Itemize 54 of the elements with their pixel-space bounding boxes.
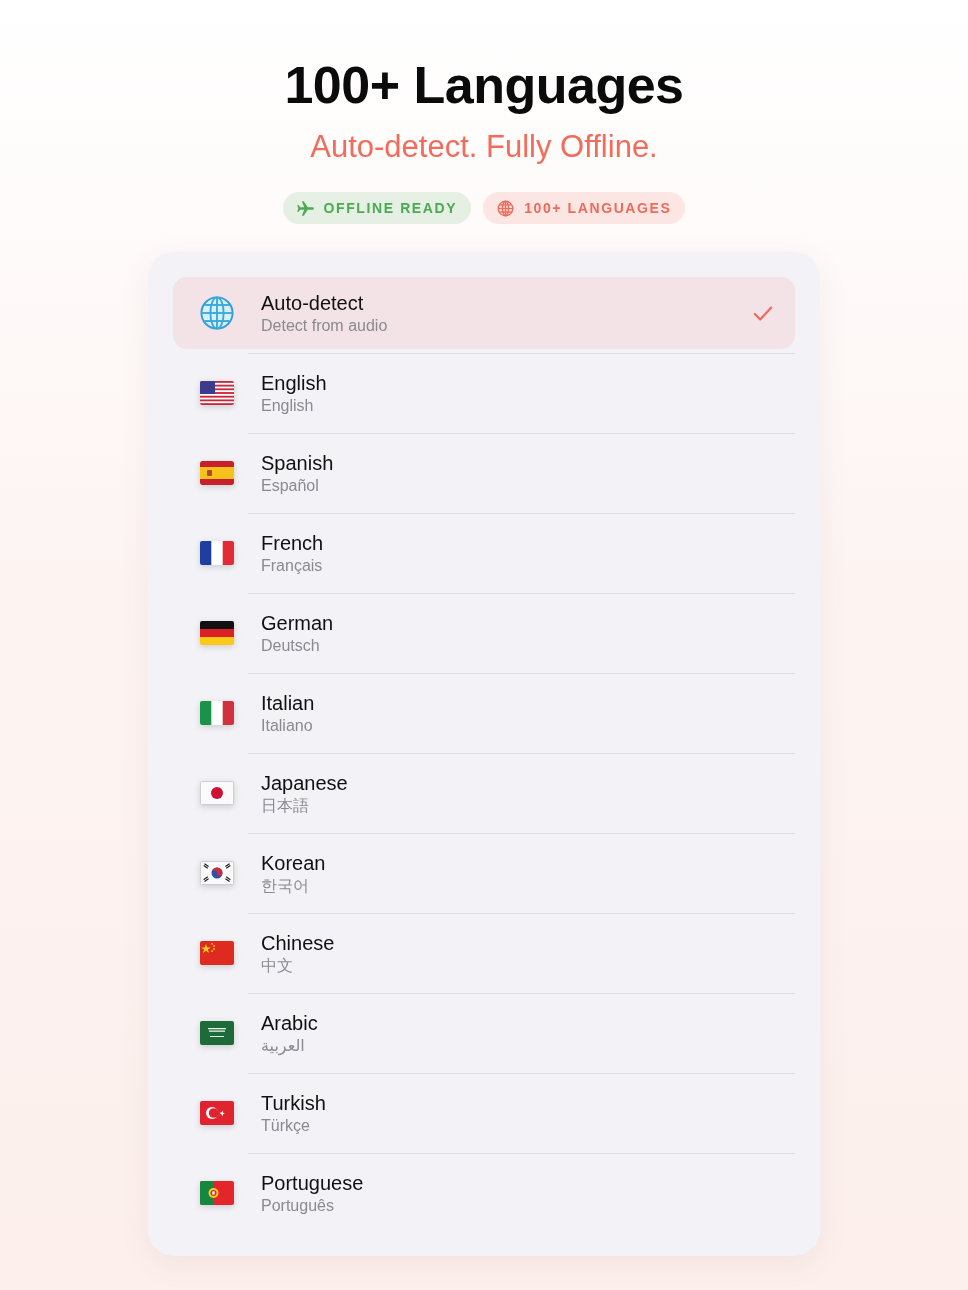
language-row[interactable]: English English [173,357,795,429]
language-name: Portuguese [261,1170,365,1195]
language-name: Arabic [261,1010,319,1035]
france-flag-icon [200,541,234,565]
spain-flag-icon [200,461,234,485]
korea-flag-icon [200,861,234,885]
badge-label: 100+ LANGUAGES [524,200,672,216]
language-name: Chinese [261,930,336,955]
native-name: Français [261,555,324,576]
language-name: English [261,370,328,395]
globe-icon [200,295,234,331]
language-row[interactable]: Italian Italiano [173,677,795,749]
language-name: Turkish [261,1090,327,1115]
checkmark-icon [753,304,773,322]
china-flag-icon [200,941,234,965]
globe-icon [497,199,515,217]
native-name: Detect from audio [261,315,389,336]
language-name: Auto-detect [261,290,365,315]
language-row[interactable]: Portuguese Português [173,1157,795,1229]
language-name: French [261,530,325,555]
language-name: Japanese [261,770,349,795]
native-name: 한국어 [261,875,310,896]
page-title: 100+ Languages [284,55,684,115]
language-row[interactable]: Chinese 中文 [173,917,795,989]
language-name: Spanish [261,450,335,475]
native-name: English [261,395,315,416]
japan-flag-icon [200,781,234,805]
native-name: Italiano [261,715,314,736]
native-name: 日本語 [261,795,310,816]
language-row[interactable]: Auto-detect Detect from audio [173,277,795,349]
native-name: Português [261,1195,335,1216]
page-subtitle: Auto-detect. Fully Offline. [310,129,658,165]
language-row[interactable]: French Français [173,517,795,589]
native-name: Español [261,475,320,496]
language-row[interactable]: German Deutsch [173,597,795,669]
portugal-flag-icon [200,1181,234,1205]
saudi-flag-icon [200,1021,234,1045]
native-name: 中文 [261,955,294,976]
language-name: German [261,610,335,635]
language-row[interactable]: Spanish Español [173,437,795,509]
language-name: Italian [261,690,316,715]
native-name: Türkçe [261,1115,311,1136]
language-name: Korean [261,850,327,875]
language-row[interactable]: Korean 한국어 [173,837,795,909]
badge-label: OFFLINE READY [323,200,458,216]
germany-flag-icon [200,621,234,645]
us-flag-icon [200,381,234,405]
language-row[interactable]: Turkish Türkçe [173,1077,795,1149]
airplane-icon [296,199,314,217]
language-row[interactable]: Japanese 日本語 [173,757,795,829]
native-name: Deutsch [261,635,321,656]
native-name: العربية [261,1035,306,1056]
italy-flag-icon [200,701,234,725]
turkey-flag-icon [200,1101,234,1125]
